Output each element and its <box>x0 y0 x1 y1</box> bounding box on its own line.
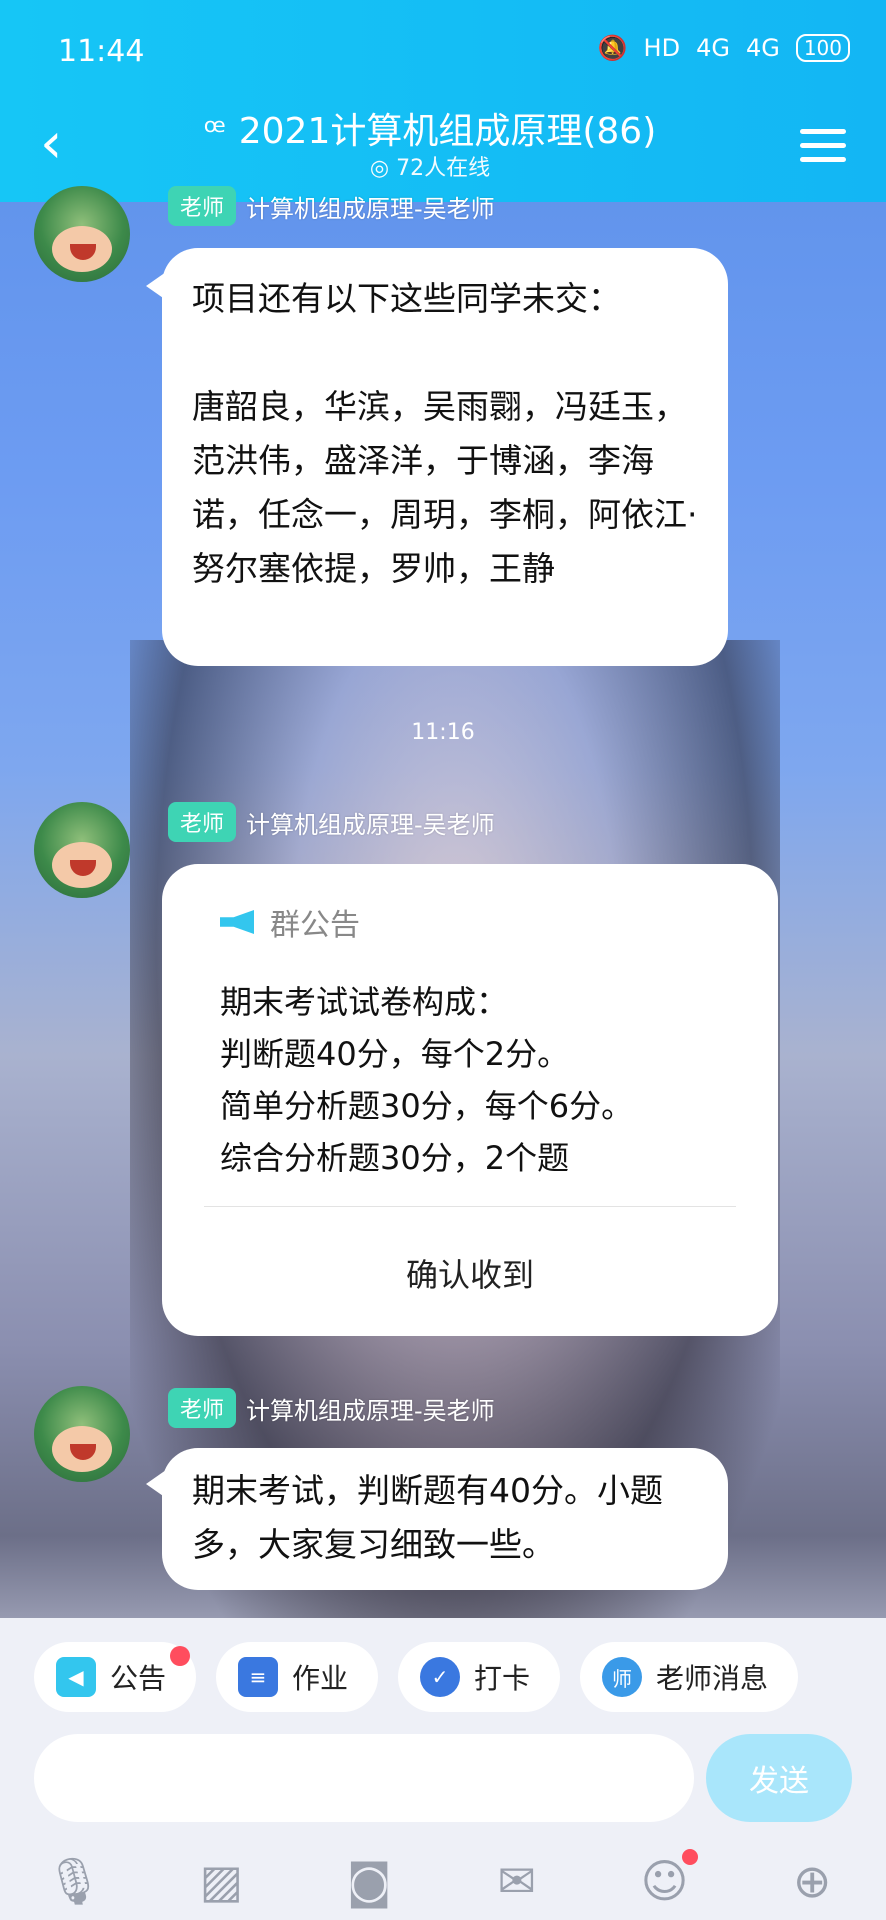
status-bar: 11:44 🔕 HD 4G 4G 100 <box>0 0 886 100</box>
bottom-panel: ◀ 公告 ≡ 作业 ✓ 打卡 师 老师消息 发送 🎙 ▨ ◙ ✉ ☺ ⊕ <box>0 1618 886 1920</box>
unread-dot <box>682 1849 699 1865</box>
emoji-icon[interactable]: ☺ <box>636 1849 699 1909</box>
avatar[interactable] <box>34 1386 130 1482</box>
menu-line <box>800 157 846 162</box>
notice-title: 群公告 <box>270 908 360 943</box>
quick-action-label: 老师消息 <box>656 1662 769 1695</box>
battery-icon: 100 <box>795 34 850 62</box>
menu-button[interactable] <box>800 120 846 171</box>
notice-body: 期末考试试卷构成： 判断题40分，每个2分。 简单分析题30分，每个6分。 综合… <box>220 983 634 1177</box>
title-group: ꟹ 2021计算机组成原理(86) ◎ 72人在线 <box>200 100 660 182</box>
status-time: 11:44 <box>58 34 145 69</box>
message-sender: 老师 计算机组成原理-吴老师 <box>168 802 495 842</box>
notice-header: 群公告 <box>220 900 360 944</box>
image-icon[interactable]: ▨ <box>193 1853 249 1909</box>
teacher-messages-button[interactable]: 师 老师消息 <box>580 1642 799 1712</box>
microphone-icon[interactable]: 🎙 <box>45 1853 103 1909</box>
megaphone-icon <box>220 910 254 934</box>
message-text: 期末考试，判断题有40分。小题多，大家复习细致一些。 <box>192 1471 663 1564</box>
plus-icon[interactable]: ⊕ <box>784 1853 840 1909</box>
menu-line <box>800 143 846 148</box>
role-badge: 老师 <box>168 1388 237 1428</box>
quick-actions: ◀ 公告 ≡ 作业 ✓ 打卡 师 老师消息 <box>34 1642 799 1712</box>
message-text: 项目还有以下这些同学未交： 唐韶良，华滨，吴雨翾，冯廷玉，范洪伟，盛泽洋，于博涵… <box>192 279 698 588</box>
avatar[interactable] <box>34 186 130 282</box>
notice-divider <box>204 1206 736 1207</box>
message-sender: 老师 计算机组成原理-吴老师 <box>168 1388 495 1428</box>
input-row: 发送 <box>34 1734 852 1824</box>
back-button[interactable]: ‹ <box>40 116 62 172</box>
status-icons: 🔕 HD 4G 4G 100 <box>598 34 850 62</box>
mute-icon: 🔕 <box>597 34 628 62</box>
checkin-button[interactable]: ✓ 打卡 <box>398 1642 561 1712</box>
role-badge: 老师 <box>168 802 237 842</box>
quick-action-label: 打卡 <box>474 1662 531 1695</box>
sender-name: 计算机组成原理-吴老师 <box>246 810 495 839</box>
online-count: ◎ 72人在线 <box>200 150 660 182</box>
notice-card[interactable]: 群公告 期末考试试卷构成： 判断题40分，每个2分。 简单分析题30分，每个6分… <box>162 864 778 1336</box>
check-icon: ✓ <box>420 1657 461 1697</box>
role-badge: 老师 <box>168 186 237 226</box>
ear-icon: ꟹ <box>203 112 226 152</box>
message-bubble[interactable]: 项目还有以下这些同学未交： 唐韶良，华滨，吴雨翾，冯廷玉，范洪伟，盛泽洋，于博涵… <box>162 248 728 666</box>
teacher-icon: 师 <box>602 1657 643 1697</box>
message-sender: 老师 计算机组成原理-吴老师 <box>168 186 495 226</box>
confirm-received-button[interactable]: 确认收到 <box>162 1250 778 1296</box>
sender-name: 计算机组成原理-吴老师 <box>246 194 495 223</box>
title-line: ꟹ 2021计算机组成原理(86) <box>200 102 660 154</box>
input-toolbar: 🎙 ▨ ◙ ✉ ☺ ⊕ <box>0 1842 886 1920</box>
online-count-text: 72人在线 <box>396 156 491 181</box>
signal-icon: 4G <box>696 34 730 62</box>
sender-name: 计算机组成原理-吴老师 <box>246 1396 495 1425</box>
unread-dot <box>170 1646 191 1666</box>
network-label: HD <box>643 34 681 62</box>
red-packet-icon[interactable]: ✉ <box>489 1853 545 1909</box>
megaphone-icon: ◀ <box>56 1657 96 1697</box>
message-input[interactable] <box>34 1734 694 1822</box>
document-icon: ≡ <box>238 1657 279 1697</box>
message-bubble[interactable]: 期末考试，判断题有40分。小题多，大家复习细致一些。 <box>162 1448 728 1590</box>
camera-icon[interactable]: ◙ <box>341 1853 397 1909</box>
quick-action-label: 作业 <box>292 1662 349 1695</box>
announcement-button[interactable]: ◀ 公告 <box>34 1642 197 1712</box>
avatar[interactable] <box>34 802 130 898</box>
group-title[interactable]: 2021计算机组成原理(86) <box>239 111 657 152</box>
send-button[interactable]: 发送 <box>706 1734 852 1822</box>
quick-action-label: 公告 <box>110 1662 167 1695</box>
signal-icon-2: 4G <box>745 34 780 62</box>
time-divider: 11:16 <box>411 720 475 745</box>
online-icon: ◎ <box>369 156 390 181</box>
homework-button[interactable]: ≡ 作业 <box>216 1642 379 1712</box>
menu-line <box>800 129 846 134</box>
